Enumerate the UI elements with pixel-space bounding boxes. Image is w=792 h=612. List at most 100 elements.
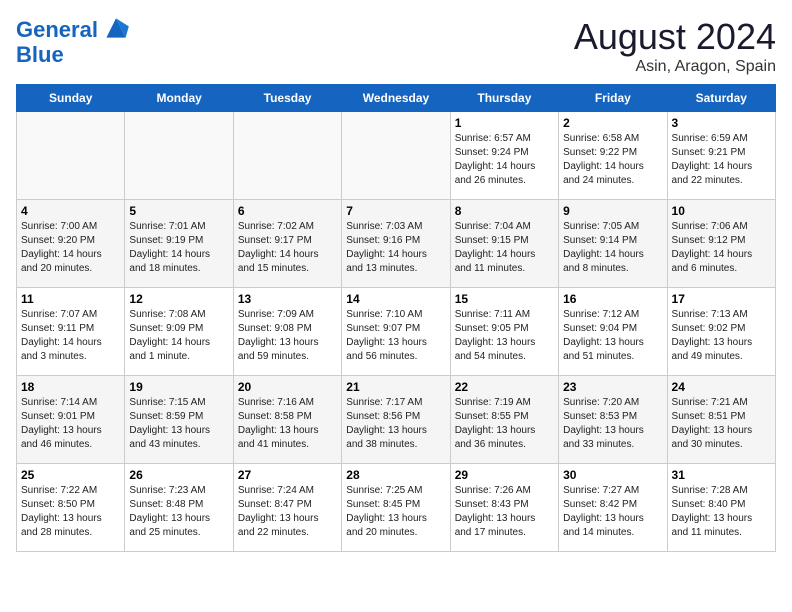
day-info: Sunrise: 7:20 AMSunset: 8:53 PMDaylight:… [563, 396, 662, 452]
weekday-header-thursday: Thursday [450, 85, 558, 112]
day-number: 22 [455, 380, 554, 394]
day-info: Sunrise: 7:26 AMSunset: 8:43 PMDaylight:… [455, 484, 554, 540]
calendar-cell: 29 Sunrise: 7:26 AMSunset: 8:43 PMDayligh… [450, 464, 558, 552]
day-number: 17 [672, 292, 771, 306]
day-number: 19 [129, 380, 228, 394]
weekday-header-wednesday: Wednesday [342, 85, 450, 112]
weekday-header-friday: Friday [559, 85, 667, 112]
day-info: Sunrise: 7:14 AMSunset: 9:01 PMDaylight:… [21, 396, 120, 452]
day-number: 27 [238, 468, 337, 482]
day-info: Sunrise: 7:00 AMSunset: 9:20 PMDaylight:… [21, 220, 120, 276]
day-number: 12 [129, 292, 228, 306]
day-number: 30 [563, 468, 662, 482]
calendar-cell: 22 Sunrise: 7:19 AMSunset: 8:55 PMDayligh… [450, 376, 558, 464]
day-info: Sunrise: 7:12 AMSunset: 9:04 PMDaylight:… [563, 308, 662, 364]
calendar-cell: 15Sunrise: 7:11 AMSunset: 9:05 PMDayligh… [450, 288, 558, 376]
logo: General Blue [16, 16, 132, 66]
day-info: Sunrise: 7:01 AMSunset: 9:19 PMDaylight:… [129, 220, 228, 276]
day-info: Sunrise: 7:24 AMSunset: 8:47 PMDaylight:… [238, 484, 337, 540]
day-number: 23 [563, 380, 662, 394]
page-header: General Blue August 2024 Asin, Aragon, S… [16, 16, 776, 76]
calendar-cell: 16 Sunrise: 7:12 AMSunset: 9:04 PMDayligh… [559, 288, 667, 376]
calendar-title: August 2024 [574, 16, 776, 58]
week-row: 25Sunrise: 7:22 AMSunset: 8:50 PMDayligh… [17, 464, 776, 552]
calendar-header: SundayMondayTuesdayWednesdayThursdayFrid… [17, 85, 776, 112]
day-number: 31 [672, 468, 771, 482]
calendar-cell: 9Sunrise: 7:05 AMSunset: 9:14 PMDaylight… [559, 200, 667, 288]
logo-text: General [16, 19, 98, 41]
day-info: Sunrise: 7:16 AMSunset: 8:58 PMDaylight:… [238, 396, 337, 452]
calendar-cell: 26Sunrise: 7:23 AMSunset: 8:48 PMDayligh… [125, 464, 233, 552]
day-info: Sunrise: 7:06 AMSunset: 9:12 PMDaylight:… [672, 220, 771, 276]
week-row: 18 Sunrise: 7:14 AMSunset: 9:01 PMDayligh… [17, 376, 776, 464]
calendar-body: 1Sunrise: 6:57 AMSunset: 9:24 PMDaylight… [17, 112, 776, 552]
calendar-cell [233, 112, 341, 200]
calendar-cell: 25Sunrise: 7:22 AMSunset: 8:50 PMDayligh… [17, 464, 125, 552]
weekday-header-monday: Monday [125, 85, 233, 112]
title-block: August 2024 Asin, Aragon, Spain [574, 16, 776, 76]
calendar-cell: 18 Sunrise: 7:14 AMSunset: 9:01 PMDayligh… [17, 376, 125, 464]
weekday-header-saturday: Saturday [667, 85, 775, 112]
week-row: 11Sunrise: 7:07 AMSunset: 9:11 PMDayligh… [17, 288, 776, 376]
day-info: Sunrise: 7:15 AMSunset: 8:59 PMDaylight:… [129, 396, 228, 452]
calendar-cell: 31 Sunrise: 7:28 AMSunset: 8:40 PMDayligh… [667, 464, 775, 552]
calendar-cell: 12 Sunrise: 7:08 AMSunset: 9:09 PMDayligh… [125, 288, 233, 376]
calendar-cell: 21 Sunrise: 7:17 AMSunset: 8:56 PMDayligh… [342, 376, 450, 464]
week-row: 1Sunrise: 6:57 AMSunset: 9:24 PMDaylight… [17, 112, 776, 200]
day-info: Sunrise: 7:17 AMSunset: 8:56 PMDaylight:… [346, 396, 445, 452]
calendar-cell: 13 Sunrise: 7:09 AMSunset: 9:08 PMDayligh… [233, 288, 341, 376]
day-info: Sunrise: 7:13 AMSunset: 9:02 PMDaylight:… [672, 308, 771, 364]
calendar-cell: 4 Sunrise: 7:00 AMSunset: 9:20 PMDaylight… [17, 200, 125, 288]
day-info: Sunrise: 7:08 AMSunset: 9:09 PMDaylight:… [129, 308, 228, 364]
day-info: Sunrise: 7:10 AMSunset: 9:07 PMDaylight:… [346, 308, 445, 364]
calendar-cell [17, 112, 125, 200]
day-info: Sunrise: 7:11 AMSunset: 9:05 PMDaylight:… [455, 308, 554, 364]
day-number: 3 [672, 116, 771, 130]
day-info: Sunrise: 7:03 AMSunset: 9:16 PMDaylight:… [346, 220, 445, 276]
day-number: 6 [238, 204, 337, 218]
calendar-cell: 27 Sunrise: 7:24 AMSunset: 8:47 PMDayligh… [233, 464, 341, 552]
calendar-cell: 20 Sunrise: 7:16 AMSunset: 8:58 PMDayligh… [233, 376, 341, 464]
day-number: 4 [21, 204, 120, 218]
day-number: 28 [346, 468, 445, 482]
day-number: 26 [129, 468, 228, 482]
calendar-cell [342, 112, 450, 200]
day-number: 29 [455, 468, 554, 482]
day-info: Sunrise: 7:25 AMSunset: 8:45 PMDaylight:… [346, 484, 445, 540]
calendar-cell: 7Sunrise: 7:03 AMSunset: 9:16 PMDaylight… [342, 200, 450, 288]
day-number: 16 [563, 292, 662, 306]
day-number: 8 [455, 204, 554, 218]
logo-icon [100, 14, 132, 42]
day-number: 18 [21, 380, 120, 394]
calendar-table: SundayMondayTuesdayWednesdayThursdayFrid… [16, 84, 776, 552]
day-number: 20 [238, 380, 337, 394]
calendar-cell: 28 Sunrise: 7:25 AMSunset: 8:45 PMDayligh… [342, 464, 450, 552]
day-info: Sunrise: 7:02 AMSunset: 9:17 PMDaylight:… [238, 220, 337, 276]
day-number: 21 [346, 380, 445, 394]
day-info: Sunrise: 7:27 AMSunset: 8:42 PMDaylight:… [563, 484, 662, 540]
calendar-subtitle: Asin, Aragon, Spain [574, 58, 776, 76]
day-number: 5 [129, 204, 228, 218]
day-number: 25 [21, 468, 120, 482]
logo-blue-text: Blue [16, 44, 132, 66]
day-number: 1 [455, 116, 554, 130]
calendar-cell: 11Sunrise: 7:07 AMSunset: 9:11 PMDayligh… [17, 288, 125, 376]
calendar-cell: 10 Sunrise: 7:06 AMSunset: 9:12 PMDayligh… [667, 200, 775, 288]
calendar-cell: 3Sunrise: 6:59 AMSunset: 9:21 PMDaylight… [667, 112, 775, 200]
day-info: Sunrise: 6:58 AMSunset: 9:22 PMDaylight:… [563, 132, 662, 188]
day-info: Sunrise: 7:21 AMSunset: 8:51 PMDaylight:… [672, 396, 771, 452]
calendar-cell [125, 112, 233, 200]
day-info: Sunrise: 7:05 AMSunset: 9:14 PMDaylight:… [563, 220, 662, 276]
day-info: Sunrise: 7:28 AMSunset: 8:40 PMDaylight:… [672, 484, 771, 540]
day-number: 10 [672, 204, 771, 218]
day-info: Sunrise: 7:19 AMSunset: 8:55 PMDaylight:… [455, 396, 554, 452]
calendar-cell: 6 Sunrise: 7:02 AMSunset: 9:17 PMDaylight… [233, 200, 341, 288]
calendar-cell: 1Sunrise: 6:57 AMSunset: 9:24 PMDaylight… [450, 112, 558, 200]
calendar-cell: 14Sunrise: 7:10 AMSunset: 9:07 PMDayligh… [342, 288, 450, 376]
calendar-cell: 8Sunrise: 7:04 AMSunset: 9:15 PMDaylight… [450, 200, 558, 288]
calendar-cell: 23 Sunrise: 7:20 AMSunset: 8:53 PMDayligh… [559, 376, 667, 464]
calendar-cell: 5 Sunrise: 7:01 AMSunset: 9:19 PMDaylight… [125, 200, 233, 288]
day-number: 13 [238, 292, 337, 306]
weekday-header-tuesday: Tuesday [233, 85, 341, 112]
day-info: Sunrise: 7:09 AMSunset: 9:08 PMDaylight:… [238, 308, 337, 364]
